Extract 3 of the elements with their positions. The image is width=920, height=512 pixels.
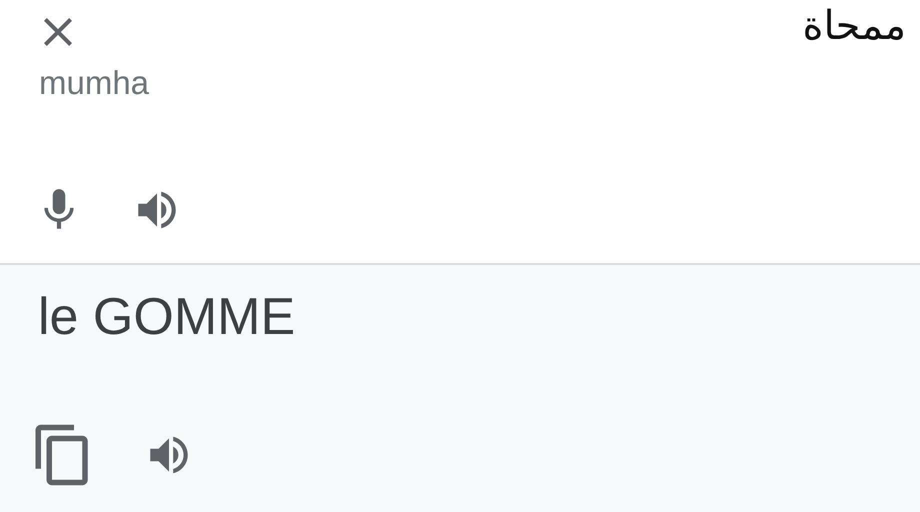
translation-text: le GOMME (38, 287, 296, 347)
source-text: ممحاة (802, 4, 906, 48)
transliteration-text: mumha (39, 64, 150, 102)
